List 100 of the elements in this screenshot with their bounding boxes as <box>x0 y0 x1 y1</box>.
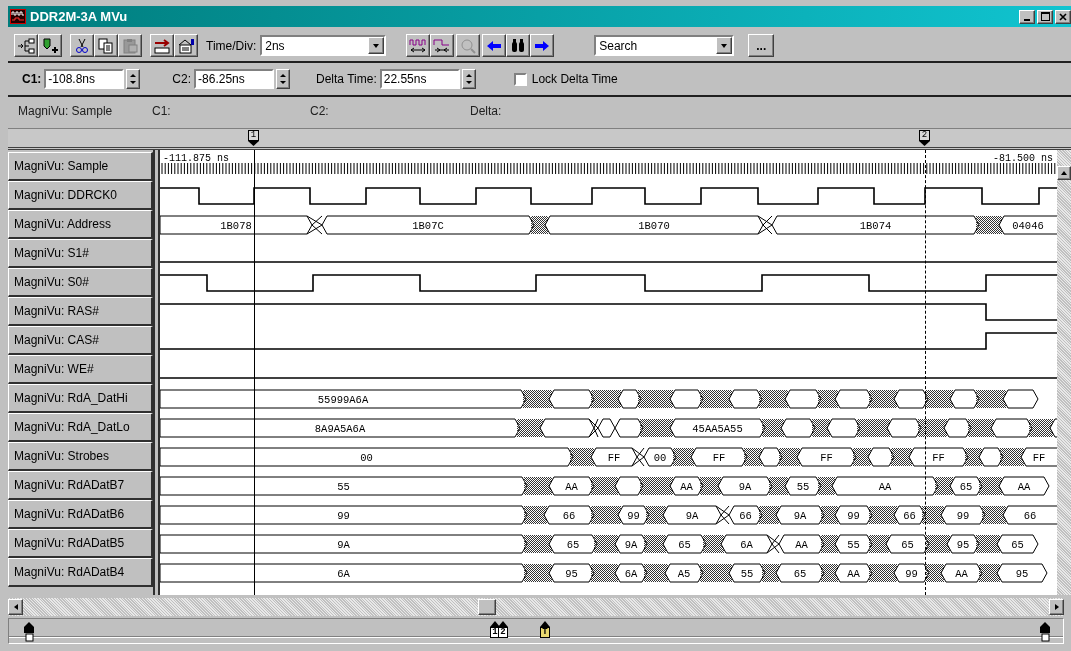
bus-value: FF <box>820 452 833 464</box>
signal-label[interactable]: MagniVu: RdADatB7 <box>8 471 153 500</box>
bus-value: FF <box>712 452 726 464</box>
compress-waveform-button[interactable] <box>430 34 455 57</box>
c1-field[interactable]: -108.8ns <box>44 69 125 89</box>
close-button[interactable] <box>1055 9 1071 24</box>
bus-value: 65 <box>1011 539 1024 551</box>
bus-value: 6A <box>624 568 638 580</box>
signal-label[interactable]: MagniVu: RAS# <box>8 297 153 326</box>
bus-value: 04046 <box>1012 220 1044 232</box>
bus-value: 95 <box>565 568 578 580</box>
maximize-button[interactable] <box>1037 9 1053 24</box>
add-marker-button[interactable] <box>38 34 62 57</box>
waveform-compress-icon <box>433 37 452 54</box>
bus-value: 65 <box>959 481 973 493</box>
bus-value: 65 <box>901 539 914 551</box>
bus-value: 66 <box>903 510 916 522</box>
lock-checkbox[interactable] <box>513 72 527 86</box>
zoom-button[interactable] <box>456 34 481 57</box>
paste-button[interactable] <box>118 34 142 57</box>
tree-button[interactable] <box>14 34 38 57</box>
bus-value: FF <box>932 452 945 464</box>
info-label: C1: <box>152 103 172 118</box>
minimize-button[interactable] <box>1019 9 1035 24</box>
bus-value: 65 <box>793 568 807 580</box>
scroll-left-button[interactable] <box>8 599 23 615</box>
signal-label[interactable]: MagniVu: RdADatB5 <box>8 529 153 558</box>
scroll-up-button[interactable] <box>1057 166 1071 180</box>
signal-label[interactable]: MagniVu: Sample <box>8 152 153 181</box>
bus-value: 99 <box>847 510 860 522</box>
bus-value: 6A <box>337 568 350 580</box>
bus-value: AA <box>1017 481 1031 493</box>
bus-value: 99 <box>627 510 640 522</box>
signal-label[interactable]: MagniVu: Strobes <box>8 442 153 471</box>
time-div-label: Time/Div: <box>206 38 257 53</box>
bus-value: FF <box>607 452 621 464</box>
minimize-icon <box>1024 18 1030 21</box>
bus-value: 99 <box>956 510 970 522</box>
signal-label[interactable]: MagniVu: Address <box>8 210 153 239</box>
signal-label[interactable]: MagniVu: S1# <box>8 239 153 268</box>
bus-value: A5 <box>677 568 691 580</box>
copy-button[interactable] <box>94 34 118 57</box>
info-label: Delta: <box>470 103 503 118</box>
maximize-icon <box>1040 12 1050 21</box>
search-dropdown[interactable]: Search <box>594 35 735 56</box>
magnifier-icon <box>459 37 478 54</box>
previous-button[interactable] <box>482 34 507 57</box>
bus-value: 65 <box>566 539 580 551</box>
signal-label[interactable]: MagniVu: RdADatB6 <box>8 500 153 529</box>
bus-value: 99 <box>337 510 350 522</box>
next-button[interactable] <box>530 34 555 57</box>
bus-value: 9A <box>624 539 638 551</box>
spin-button[interactable] <box>126 69 141 89</box>
signal-label[interactable]: MagniVu: WE# <box>8 355 153 384</box>
signal-label[interactable]: MagniVu: CAS# <box>8 326 153 355</box>
bus-value: 55999A6A <box>317 394 369 406</box>
close-icon <box>1059 12 1067 21</box>
spin-button[interactable] <box>461 69 476 89</box>
scroll-thumb[interactable] <box>478 599 496 615</box>
c2-field[interactable]: -86.25ns <box>194 69 275 89</box>
signal-label[interactable]: MagniVu: RdA_DatLo <box>8 413 153 442</box>
delta-time-field[interactable]: 22.55ns <box>379 69 460 89</box>
scope-icon <box>10 9 26 24</box>
signal-label[interactable]: MagniVu: RdA_DatHi <box>8 384 153 413</box>
signal-label[interactable]: MagniVu: DDRCK0 <box>8 181 153 210</box>
bus-value: 8A9A5A6A <box>314 423 366 435</box>
bus-value: 65 <box>678 539 691 551</box>
cut-button[interactable] <box>70 34 94 57</box>
goto-button[interactable] <box>150 34 174 57</box>
window-title: DDR2M-3A MVu <box>30 9 128 24</box>
expand-waveform-button[interactable] <box>406 34 431 57</box>
waveform-expand-icon <box>409 37 428 54</box>
bus-value: 55 <box>337 481 350 493</box>
bus-value: 99 <box>905 568 918 580</box>
info-label: MagniVu: Sample <box>18 103 114 118</box>
properties-icon <box>177 37 195 54</box>
find-button[interactable] <box>506 34 531 57</box>
bus-value: AA <box>565 481 578 493</box>
more-button[interactable]: ... <box>748 34 775 57</box>
clipboard-icon <box>121 37 139 54</box>
bus-value: 55 <box>740 568 754 580</box>
bus-value: AA <box>847 568 860 580</box>
dropdown-arrow-icon <box>372 41 381 50</box>
bus-value: 9A <box>738 481 752 493</box>
splitter-bar[interactable] <box>153 150 160 595</box>
time-div-dropdown[interactable]: 2ns <box>260 35 387 56</box>
c2-label: C2: <box>172 72 192 86</box>
marker-icon[interactable] <box>1039 621 1051 643</box>
marker-icon[interactable] <box>23 621 35 643</box>
horizontal-scrollbar[interactable] <box>8 598 1064 616</box>
spin-button[interactable] <box>276 69 291 89</box>
signal-label[interactable]: MagniVu: S0# <box>8 268 153 297</box>
bus-value: 1B074 <box>859 220 892 232</box>
vertical-scrollbar[interactable] <box>1057 150 1071 595</box>
signal-label[interactable]: MagniVu: RdADatB4 <box>8 558 153 587</box>
up-arrow-icon <box>1060 169 1068 177</box>
scroll-right-button[interactable] <box>1049 599 1064 615</box>
spin-arrows-icon <box>464 72 473 86</box>
properties-button[interactable] <box>174 34 198 57</box>
bus-value: 9A <box>685 510 699 522</box>
